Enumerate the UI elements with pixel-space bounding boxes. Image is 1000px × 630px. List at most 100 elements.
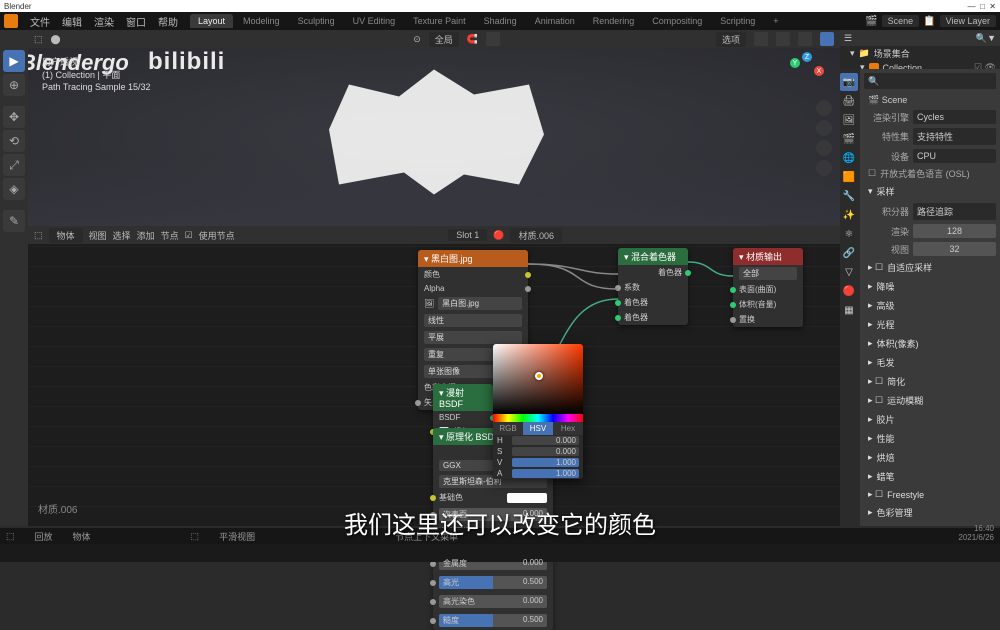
tab-scene[interactable]: 🎬 [840,130,858,148]
tab-uv[interactable]: UV Editing [345,14,404,28]
nav-persp-icon[interactable] [816,160,832,176]
scene-collection-item[interactable]: ▾📁 场景集合 [840,46,1000,61]
color-gradient[interactable] [493,344,583,414]
render-samples[interactable]: 128 [913,224,996,238]
h-value[interactable]: 0.000 [512,436,579,445]
close-icon[interactable]: ✕ [989,2,996,11]
shading-wire-icon[interactable] [754,32,768,46]
interp-field[interactable]: 线性 [424,314,522,327]
nav-zoom-icon[interactable] [816,100,832,116]
proportional-icon[interactable] [486,32,500,46]
menu-add[interactable]: 添加 [137,229,155,242]
s-value[interactable]: 0.000 [512,447,579,456]
menu-node[interactable]: 节点 [161,229,179,242]
options-dropdown[interactable]: 选项 [716,32,746,47]
status-object[interactable]: 物体 [73,530,91,543]
volumes-header[interactable]: ▸ 体积(像素) [864,334,996,353]
navigation-gizmo[interactable]: X Y Z [792,56,832,96]
a-value[interactable]: 1.000 [512,469,579,478]
tab-texture[interactable]: ▦ [840,301,858,319]
perf-header[interactable]: ▸ 性能 [864,429,996,448]
nav-camera-icon[interactable] [816,140,832,156]
tab-texture[interactable]: Texture Paint [405,14,474,28]
osl-checkbox[interactable]: ☐开放式着色语言 (OSL) [864,165,996,182]
tab-mesh-data[interactable]: ▽ [840,263,858,281]
tab-rendering[interactable]: Rendering [585,14,643,28]
menu-window[interactable]: 窗口 [126,14,146,29]
target-field[interactable]: 全部 [739,267,797,280]
use-nodes-label[interactable]: 使用节点 [199,229,235,242]
orientation-icon[interactable]: ⬤ [51,34,61,45]
viewlayer-field[interactable]: View Layer [940,15,996,27]
hue-slider[interactable] [493,414,583,422]
search-icon[interactable]: 🔍 [976,33,987,44]
tab-object[interactable]: 🟧 [840,168,858,186]
motionblur-header[interactable]: ▸ ☐ 运动模糊 [864,391,996,410]
shading-material-icon[interactable] [798,32,812,46]
status-playback[interactable]: 回放 [35,530,53,543]
feature-dropdown[interactable]: 支持特性 [913,128,996,145]
freestyle-header[interactable]: ▸ ☐ Freestyle [864,486,996,503]
tab-world[interactable]: 🌐 [840,149,858,167]
sampling-header[interactable]: ▾ 采样 [864,182,996,201]
tab-viewlayer[interactable]: 🖼 [840,111,858,129]
menu-render[interactable]: 渲染 [94,14,114,29]
color-cursor-icon[interactable] [535,372,543,380]
outliner-icon[interactable]: ☰ [844,33,852,44]
editor-type-icon[interactable]: ⬚ [34,34,43,45]
advanced-header[interactable]: ▸ 高级 [864,296,996,315]
nav-pan-icon[interactable] [816,120,832,136]
menu-file[interactable]: 文件 [30,14,50,29]
tab-compositing[interactable]: Compositing [644,14,710,28]
colormgmt-header[interactable]: ▸ 色彩管理 [864,503,996,522]
tool-cursor[interactable]: ⊕ [3,74,25,96]
node-editor[interactable]: ▾ 黑白图.jpg 颜色 Alpha 🖼黑白图.jpg 线性 平展 重复 单张图… [28,244,840,526]
viewport-3d[interactable]: Blendergo bilibili 用户透视 (1) Collection |… [28,48,840,226]
simplify-header[interactable]: ▸ ☐ 简化 [864,372,996,391]
tool-scale[interactable]: ⤢ [3,154,25,176]
orientation-dropdown[interactable]: 全局 [429,32,459,47]
viewport-samples[interactable]: 32 [913,242,996,256]
tab-hex[interactable]: Hex [553,422,583,435]
color-picker-popup[interactable]: RGB HSV Hex H0.000 S0.000 V1.000 A1.000 [493,344,583,479]
tab-modeling[interactable]: Modeling [235,14,288,28]
tab-scripting[interactable]: Scripting [712,14,763,28]
tab-particles[interactable]: ✨ [840,206,858,224]
tab-material[interactable]: 🔴 [840,282,858,300]
minimize-icon[interactable]: — [968,2,976,11]
tab-constraints[interactable]: 🔗 [840,244,858,262]
engine-dropdown[interactable]: Cycles [913,110,996,124]
adaptive-header[interactable]: ▸ ☐ 自适应采样 [864,258,996,277]
tool-rotate[interactable]: ⟲ [3,130,25,152]
snap-icon[interactable]: 🧲 [467,34,478,45]
hair-header[interactable]: ▸ 毛发 [864,353,996,372]
tab-output[interactable]: 🖨 [840,92,858,110]
device-dropdown[interactable]: CPU [913,149,996,163]
filter-icon[interactable]: ▼ [987,33,996,43]
menu-view[interactable]: 视图 [89,229,107,242]
denoise-header[interactable]: ▸ 降噪 [864,277,996,296]
tab-animation[interactable]: Animation [527,14,583,28]
shading-rendered-icon[interactable] [820,32,834,46]
bake-header[interactable]: ▸ 烘焙 [864,448,996,467]
image-field[interactable]: 黑白图.jpg [438,297,522,310]
windows-taskbar[interactable] [0,544,1000,562]
tab-layout[interactable]: Layout [190,14,233,28]
pivot-icon[interactable]: ⊙ [413,34,421,45]
tab-render[interactable]: 📷 [840,73,858,91]
tool-move[interactable]: ✥ [3,106,25,128]
tab-rgb[interactable]: RGB [493,422,523,435]
tool-annotate[interactable]: ✎ [3,210,25,232]
tab-sculpting[interactable]: Sculpting [290,14,343,28]
integrator-dropdown[interactable]: 路径追踪 [913,203,996,220]
collection-item[interactable]: ▾ Collection ☑ 👁 [840,61,1000,69]
tab-modifiers[interactable]: 🔧 [840,187,858,205]
axis-z-icon[interactable]: Z [802,52,812,62]
menu-select[interactable]: 选择 [113,229,131,242]
material-field[interactable]: 材质.006 [510,228,562,243]
tab-shading[interactable]: Shading [476,14,525,28]
node-mix-shader[interactable]: ▾ 混合着色器 着色器 系数 着色器 着色器 [618,248,688,325]
scene-field[interactable]: Scene [882,15,920,27]
tool-transform[interactable]: ◈ [3,178,25,200]
v-value[interactable]: 1.000 [512,458,579,467]
